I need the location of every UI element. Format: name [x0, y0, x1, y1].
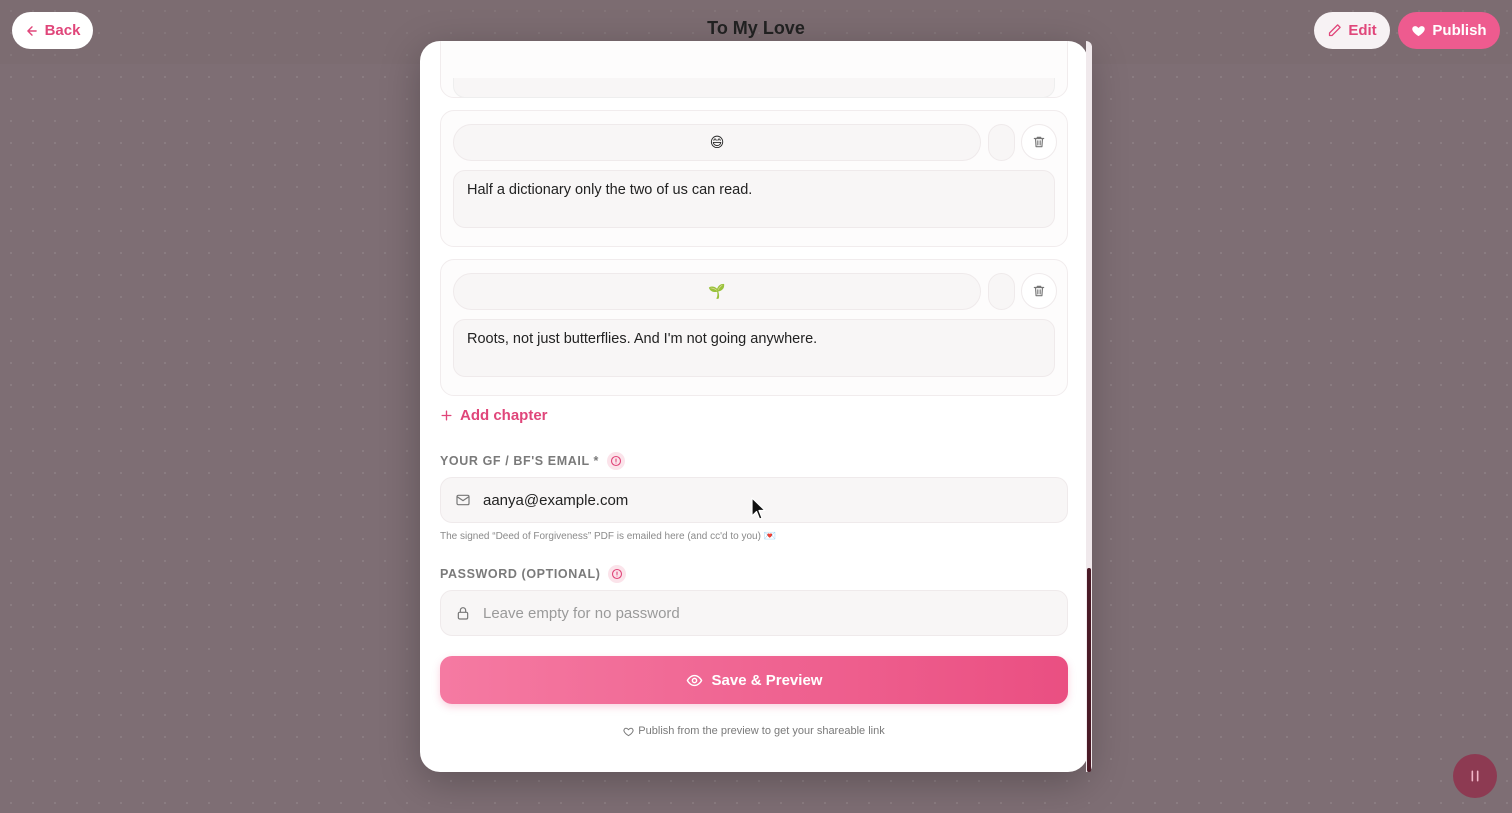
mouse-cursor-icon: [751, 497, 766, 520]
chapter-emoji-field[interactable]: 🌱: [453, 273, 981, 310]
mail-icon: [456, 494, 470, 506]
publish-hint: Publish from the preview to get your sha…: [420, 725, 1088, 737]
email-label: YOUR GF / BF'S EMAIL *: [440, 452, 626, 470]
heart-icon: [1412, 26, 1426, 37]
save-preview-button[interactable]: Save & Preview: [440, 656, 1068, 704]
info-icon[interactable]: [607, 452, 626, 470]
password-label-text: PASSWORD (OPTIONAL): [440, 567, 601, 581]
chapter-card: 😄 Half a dictionary only the two of us c…: [440, 110, 1068, 247]
delete-chapter-button[interactable]: [1021, 124, 1057, 160]
pencil-icon: [1329, 24, 1342, 37]
chapter-text-field-partial[interactable]: [453, 78, 1055, 98]
add-chapter-label: Add chapter: [460, 407, 548, 424]
editor-sheet: 😄 Half a dictionary only the two of us c…: [420, 41, 1088, 772]
email-input[interactable]: [483, 478, 1067, 522]
page-title: To My Love: [707, 18, 805, 38]
save-preview-label: Save & Preview: [711, 671, 823, 689]
edit-label: Edit: [1348, 22, 1377, 39]
email-helper-text: The signed “Deed of Forgiveness” PDF is …: [440, 531, 777, 542]
chapter-emoji-field[interactable]: 😄: [453, 124, 981, 161]
info-icon[interactable]: [608, 565, 627, 583]
publish-button[interactable]: Publish: [1398, 12, 1500, 49]
trash-icon: [1033, 136, 1045, 148]
password-field[interactable]: [440, 590, 1068, 636]
chapter-emoji: 😄: [709, 134, 725, 150]
chapter-text-field[interactable]: Roots, not just butterflies. And I'm not…: [453, 319, 1055, 377]
plus-icon: [441, 410, 452, 421]
password-label: PASSWORD (OPTIONAL): [440, 565, 627, 583]
publish-hint-text: Publish from the preview to get your sha…: [638, 725, 885, 737]
trash-icon: [1033, 285, 1045, 297]
email-label-text: YOUR GF / BF'S EMAIL *: [440, 454, 600, 468]
chapter-card: 🌱 Roots, not just butterflies. And I'm n…: [440, 259, 1068, 396]
password-input[interactable]: [483, 591, 1067, 635]
heart-outline-icon: [623, 727, 634, 736]
chapter-color-picker[interactable]: [988, 273, 1015, 310]
chapter-emoji: 🌱: [708, 283, 726, 299]
publish-label: Publish: [1432, 22, 1487, 39]
add-chapter-button[interactable]: Add chapter: [440, 407, 548, 424]
chapter-text-field[interactable]: Half a dictionary only the two of us can…: [453, 170, 1055, 228]
chapter-color-picker[interactable]: [988, 124, 1015, 161]
pause-music-button[interactable]: [1453, 754, 1497, 798]
eye-icon: [686, 674, 702, 686]
lock-icon: [457, 607, 469, 620]
pause-icon: [1471, 770, 1479, 782]
scrollbar-thumb[interactable]: [1087, 568, 1091, 772]
edit-button[interactable]: Edit: [1314, 12, 1390, 49]
chapter-card-partial: [440, 41, 1068, 98]
delete-chapter-button[interactable]: [1021, 273, 1057, 309]
